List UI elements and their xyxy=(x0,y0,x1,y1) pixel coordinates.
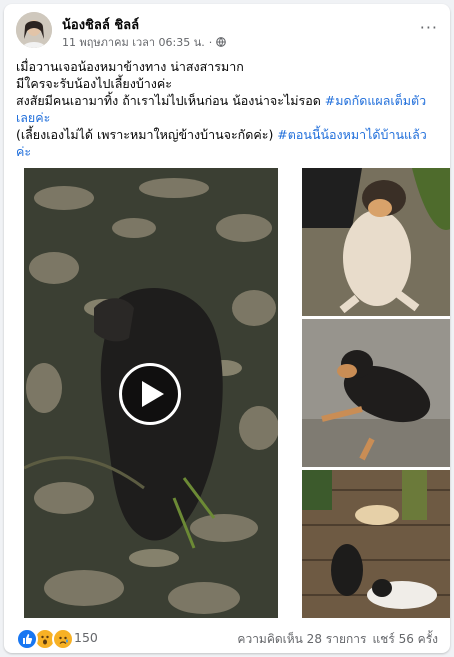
video-thumbnail[interactable] xyxy=(24,168,278,618)
globe-icon[interactable] xyxy=(216,37,227,47)
post-footer: 150 ความคิดเห็น 28 รายการ แชร์ 56 ครั้ง xyxy=(16,626,438,650)
meta-separator: · xyxy=(208,35,213,49)
post-stats: ความคิดเห็น 28 รายการ แชร์ 56 ครั้ง xyxy=(237,630,438,649)
shares-count[interactable]: แชร์ 56 ครั้ง xyxy=(372,630,438,649)
photo-thumbnail[interactable] xyxy=(302,168,450,316)
post-line: มีใครจะรับน้องไปเลี้ยงบ้างค่ะ xyxy=(16,76,172,91)
post-header: น้องชิลล์ ชิลล์ 11 พฤษภาคม เวลา 06:35 น.… xyxy=(16,12,438,52)
photo-thumbnail[interactable] xyxy=(302,319,450,467)
avatar[interactable] xyxy=(16,12,52,48)
play-button[interactable] xyxy=(119,363,181,425)
post-line: เมื่อวานเจอน้องหมาข้างทาง น่าสงสารมาก xyxy=(16,59,244,74)
post-line-text: สงสัยมีคนเอามาทิ้ง ถ้าเราไม่ไปเห็นก่อน น… xyxy=(16,93,325,108)
author-name[interactable]: น้องชิลล์ ชิลล์ xyxy=(62,14,139,35)
photo-thumbnail[interactable] xyxy=(302,470,450,618)
post-line: (เลี้ยงเองไม่ได้ เพราะหมาใหญ่ข้างบ้านจะก… xyxy=(16,126,438,160)
post-line-text: (เลี้ยงเองไม่ได้ เพราะหมาใหญ่ข้างบ้านจะก… xyxy=(16,127,278,142)
media-grid xyxy=(24,168,450,618)
post-text: เมื่อวานเจอน้องหมาข้างทาง น่าสงสารมาก มี… xyxy=(16,58,438,160)
play-icon xyxy=(142,381,164,407)
like-reaction-icon xyxy=(16,628,38,650)
more-options-button[interactable]: ··· xyxy=(420,18,438,37)
reactions[interactable] xyxy=(16,628,74,650)
post-meta: 11 พฤษภาคม เวลา 06:35 น. · xyxy=(62,33,227,51)
sad-reaction-icon xyxy=(52,628,74,650)
post-line: สงสัยมีคนเอามาทิ้ง ถ้าเราไม่ไปเห็นก่อน น… xyxy=(16,92,438,126)
reaction-count[interactable]: 150 xyxy=(74,630,98,645)
timestamp[interactable]: 11 พฤษภาคม เวลา 06:35 น. xyxy=(62,33,205,51)
post-card: น้องชิลล์ ชิลล์ 11 พฤษภาคม เวลา 06:35 น.… xyxy=(4,4,450,653)
comments-count[interactable]: ความคิดเห็น 28 รายการ xyxy=(237,630,366,649)
